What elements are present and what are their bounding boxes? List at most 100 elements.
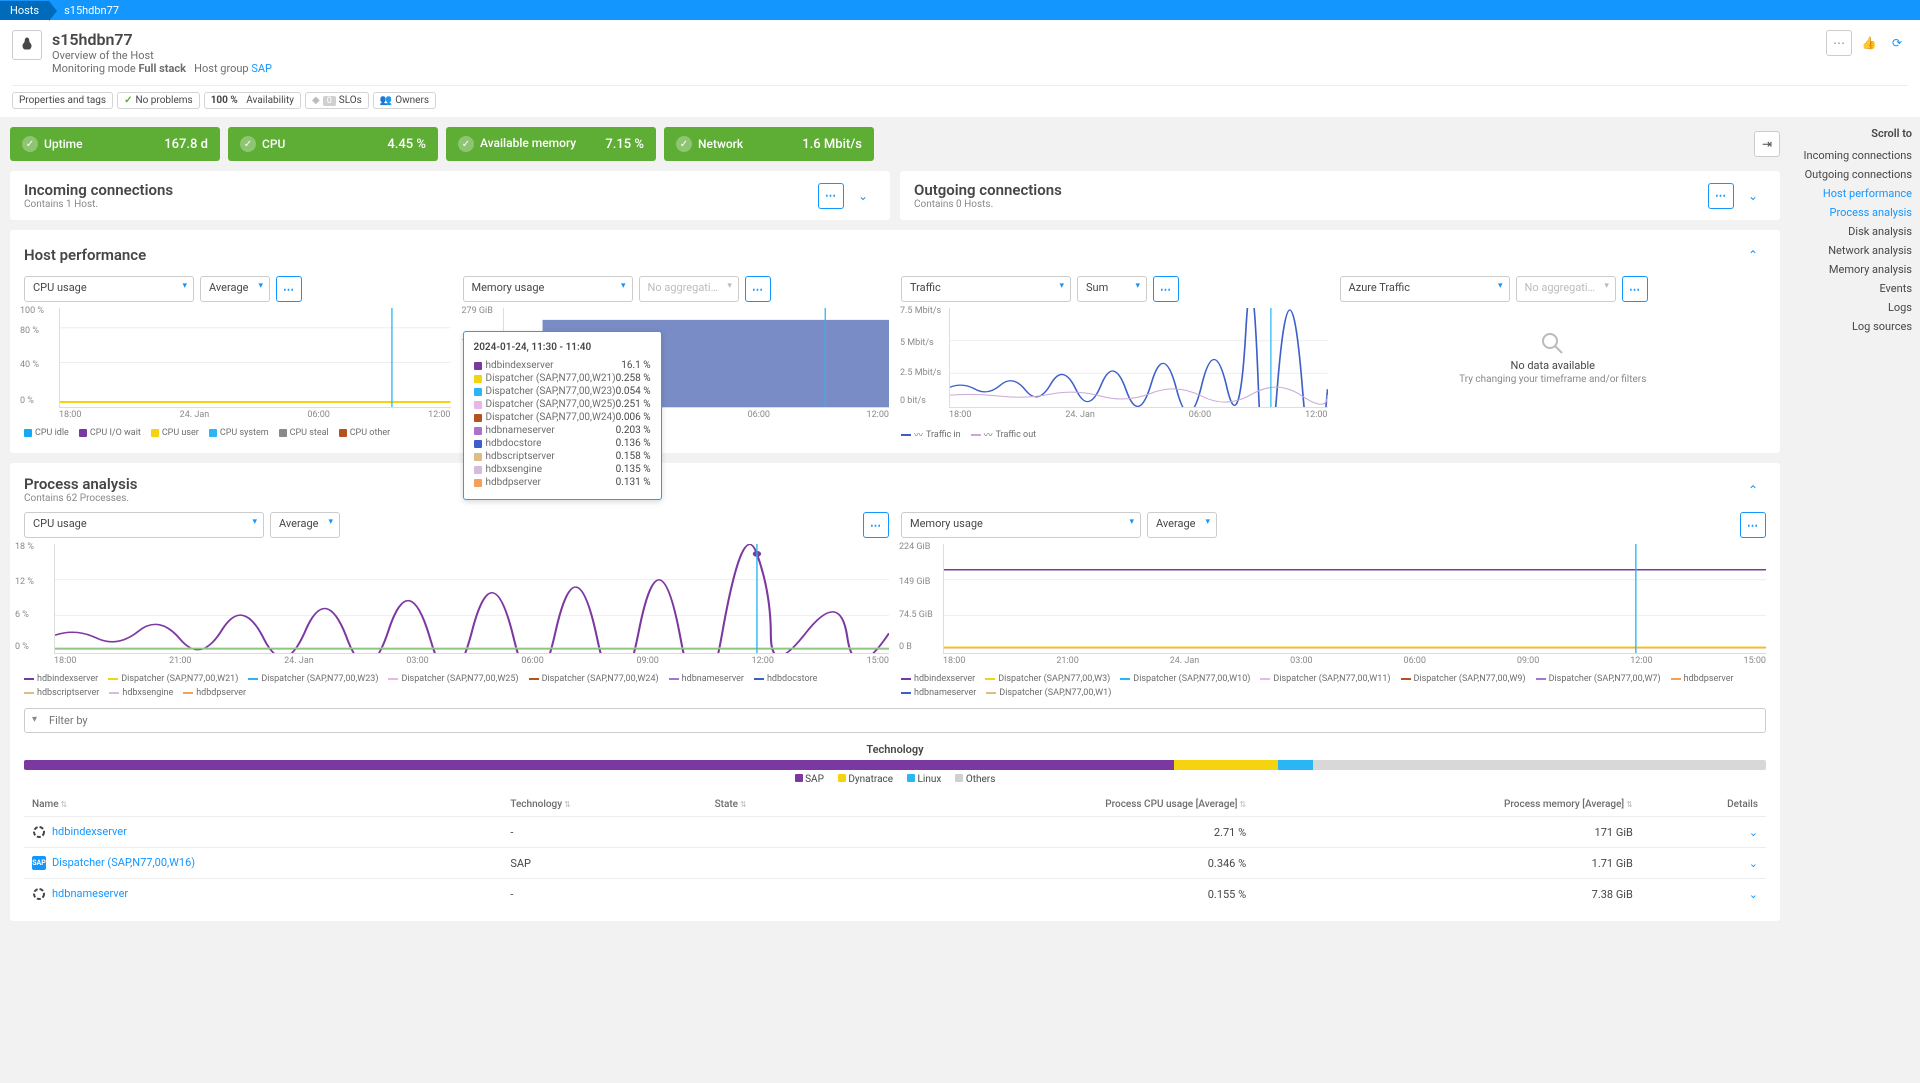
legend-item: hdbdpserver	[183, 688, 246, 698]
subheader: Properties and tags No problems 100 % Av…	[0, 85, 1920, 117]
scrollnav-item[interactable]: Host performance	[1798, 184, 1912, 203]
expand-row-button[interactable]: ⌄	[1749, 857, 1758, 870]
col-state[interactable]: State	[707, 793, 836, 817]
legend-item: hdbnameserver	[669, 674, 744, 684]
select-metric-traffic[interactable]: Traffic	[901, 276, 1071, 302]
tag-problems[interactable]: No problems	[117, 92, 200, 109]
scrollnav-item[interactable]: Network analysis	[1798, 241, 1912, 260]
kpi-memory[interactable]: Available memory7.15 %	[446, 127, 656, 161]
chart-traffic: Traffic Sum ⋯ 7.5 Mbit/s 5 Mbit/s 2.5 Mb…	[901, 276, 1328, 441]
select-aggregation-avg[interactable]: Average	[200, 276, 270, 302]
kpi-row: Uptime167.8 d CPU4.45 % Available memory…	[10, 127, 1780, 161]
tag-properties[interactable]: Properties and tags	[12, 92, 113, 109]
section-title: Process analysis	[24, 475, 138, 493]
chart-process-cpu: CPU usage Average ⋯ 18 % 12 % 6 % 0 %	[24, 512, 889, 698]
tag-availability[interactable]: 100 % Availability	[204, 92, 301, 109]
select-metric-memory[interactable]: Memory usage	[463, 276, 633, 302]
scrollnav-item[interactable]: Process analysis	[1798, 203, 1912, 222]
expand-row-button[interactable]: ⌄	[1749, 888, 1758, 901]
card-sub: Contains 1 Host.	[24, 199, 173, 210]
breadcrumb: Hosts s15hdbn77	[0, 0, 1920, 20]
section-host-performance: Host performance ⌃ CPU usage Average ⋯ 1…	[10, 230, 1780, 453]
chart-menu-button[interactable]: ⋯	[276, 276, 302, 302]
tag-slos[interactable]: ◆0SLOs	[305, 92, 369, 109]
legend-item: Dispatcher (SAP,N77,00,W3)	[985, 674, 1110, 684]
chart-azure-traffic: Azure Traffic No aggregati… ⋯ No data av…	[1340, 276, 1767, 441]
table-row[interactable]: hdbindexserver -2.71 %171 GiB ⌄	[24, 817, 1766, 848]
legend-item: Dispatcher (SAP,N77,00,W21)	[108, 674, 238, 684]
select-metric-cpu[interactable]: CPU usage	[24, 276, 194, 302]
select-aggregation-avg[interactable]: Average	[1147, 512, 1217, 538]
chart-menu-button[interactable]: ⋯	[1622, 276, 1648, 302]
card-sub: Contains 0 Hosts.	[914, 199, 1062, 210]
scrollnav-item[interactable]: Logs	[1798, 298, 1912, 317]
filter-input[interactable]	[24, 708, 1766, 733]
select-metric-azure[interactable]: Azure Traffic	[1340, 276, 1510, 302]
page-meta: Monitoring mode Full stack Host group SA…	[52, 62, 272, 75]
host-os-icon	[12, 30, 42, 60]
scroll-to-nav: Scroll to Incoming connectionsOutgoing c…	[1790, 117, 1920, 941]
legend-item: CPU idle	[24, 428, 69, 438]
chart-menu-button[interactable]: ⋯	[1153, 276, 1179, 302]
breadcrumb-current[interactable]: s15hdbn77	[49, 1, 129, 20]
card-collapse-button[interactable]: ⌄	[850, 183, 876, 209]
process-link[interactable]: hdbnameserver	[52, 887, 128, 900]
card-title: Incoming connections	[24, 181, 173, 199]
tag-owners[interactable]: 👥Owners	[373, 92, 436, 109]
card-menu-button[interactable]: ⋯	[818, 183, 844, 209]
legend-item: CPU steal	[279, 428, 329, 438]
legend-item: Dynatrace	[838, 774, 893, 785]
chart-menu-button[interactable]: ⋯	[1740, 512, 1766, 538]
magnifier-icon	[1540, 331, 1566, 357]
scrollnav-item[interactable]: Log sources	[1798, 317, 1912, 336]
chart-menu-button[interactable]: ⋯	[863, 512, 889, 538]
section-collapse-button[interactable]: ⌃	[1740, 242, 1766, 268]
select-aggregation-sum[interactable]: Sum	[1077, 276, 1147, 302]
legend-item: CPU I/O wait	[79, 428, 141, 438]
col-mem[interactable]: Process memory [Average]	[1254, 793, 1641, 817]
chart-menu-button[interactable]: ⋯	[745, 276, 771, 302]
scrollnav-item[interactable]: Memory analysis	[1798, 260, 1912, 279]
filter-wrapper	[24, 708, 1766, 733]
col-cpu[interactable]: Process CPU usage [Average]	[835, 793, 1254, 817]
section-title: Host performance	[24, 246, 146, 264]
legend-item: Dispatcher (SAP,N77,00,W23)	[248, 674, 378, 684]
card-menu-button[interactable]: ⋯	[1708, 183, 1734, 209]
legend-item: Dispatcher (SAP,N77,00,W25)	[388, 674, 518, 684]
select-aggregation-avg[interactable]: Average	[270, 512, 340, 538]
scrollnav-item[interactable]: Disk analysis	[1798, 222, 1912, 241]
section-collapse-button[interactable]: ⌃	[1740, 477, 1766, 503]
col-tech[interactable]: Technology	[502, 793, 706, 817]
process-table: Name Technology State Process CPU usage …	[24, 793, 1766, 909]
table-row[interactable]: hdbnameserver -0.155 %7.38 GiB ⌄	[24, 879, 1766, 910]
table-row[interactable]: SAPDispatcher (SAP,N77,00,W16) SAP0.346 …	[24, 848, 1766, 879]
kpi-network[interactable]: Network1.6 Mbit/s	[664, 127, 874, 161]
scrollnav-item[interactable]: Outgoing connections	[1798, 165, 1912, 184]
col-details: Details	[1641, 793, 1766, 817]
breadcrumb-root[interactable]: Hosts	[0, 1, 49, 20]
process-link[interactable]: Dispatcher (SAP,N77,00,W16)	[52, 856, 195, 869]
refresh-icon[interactable]: ⟳	[1886, 36, 1908, 50]
select-process-cpu[interactable]: CPU usage	[24, 512, 264, 538]
legend-item: Dispatcher (SAP,N77,00,W1)	[986, 688, 1111, 698]
scrollnav-item[interactable]: Incoming connections	[1798, 146, 1912, 165]
process-link[interactable]: hdbindexserver	[52, 825, 127, 838]
thumbs-up-icon[interactable]: 👍	[1858, 36, 1880, 50]
technology-header: Technology	[24, 743, 1766, 756]
select-aggregation-disabled: No aggregati…	[639, 276, 739, 302]
host-group-link[interactable]: SAP	[251, 62, 272, 75]
expand-row-button[interactable]: ⌄	[1749, 826, 1758, 839]
select-aggregation-disabled: No aggregati…	[1516, 276, 1616, 302]
col-name[interactable]: Name	[24, 793, 502, 817]
legend-item: CPU system	[209, 428, 269, 438]
more-menu-button[interactable]: ⋯	[1826, 30, 1852, 56]
card-incoming-connections: Incoming connections Contains 1 Host. ⋯ …	[10, 171, 890, 220]
card-collapse-button[interactable]: ⌄	[1740, 183, 1766, 209]
collapse-sidebar-button[interactable]: ⇥	[1754, 131, 1780, 157]
legend-item: hdbdocstore	[754, 674, 817, 684]
kpi-uptime[interactable]: Uptime167.8 d	[10, 127, 220, 161]
select-process-memory[interactable]: Memory usage	[901, 512, 1141, 538]
kpi-cpu[interactable]: CPU4.45 %	[228, 127, 438, 161]
scrollnav-item[interactable]: Events	[1798, 279, 1912, 298]
page-subtitle: Overview of the Host	[52, 49, 272, 62]
